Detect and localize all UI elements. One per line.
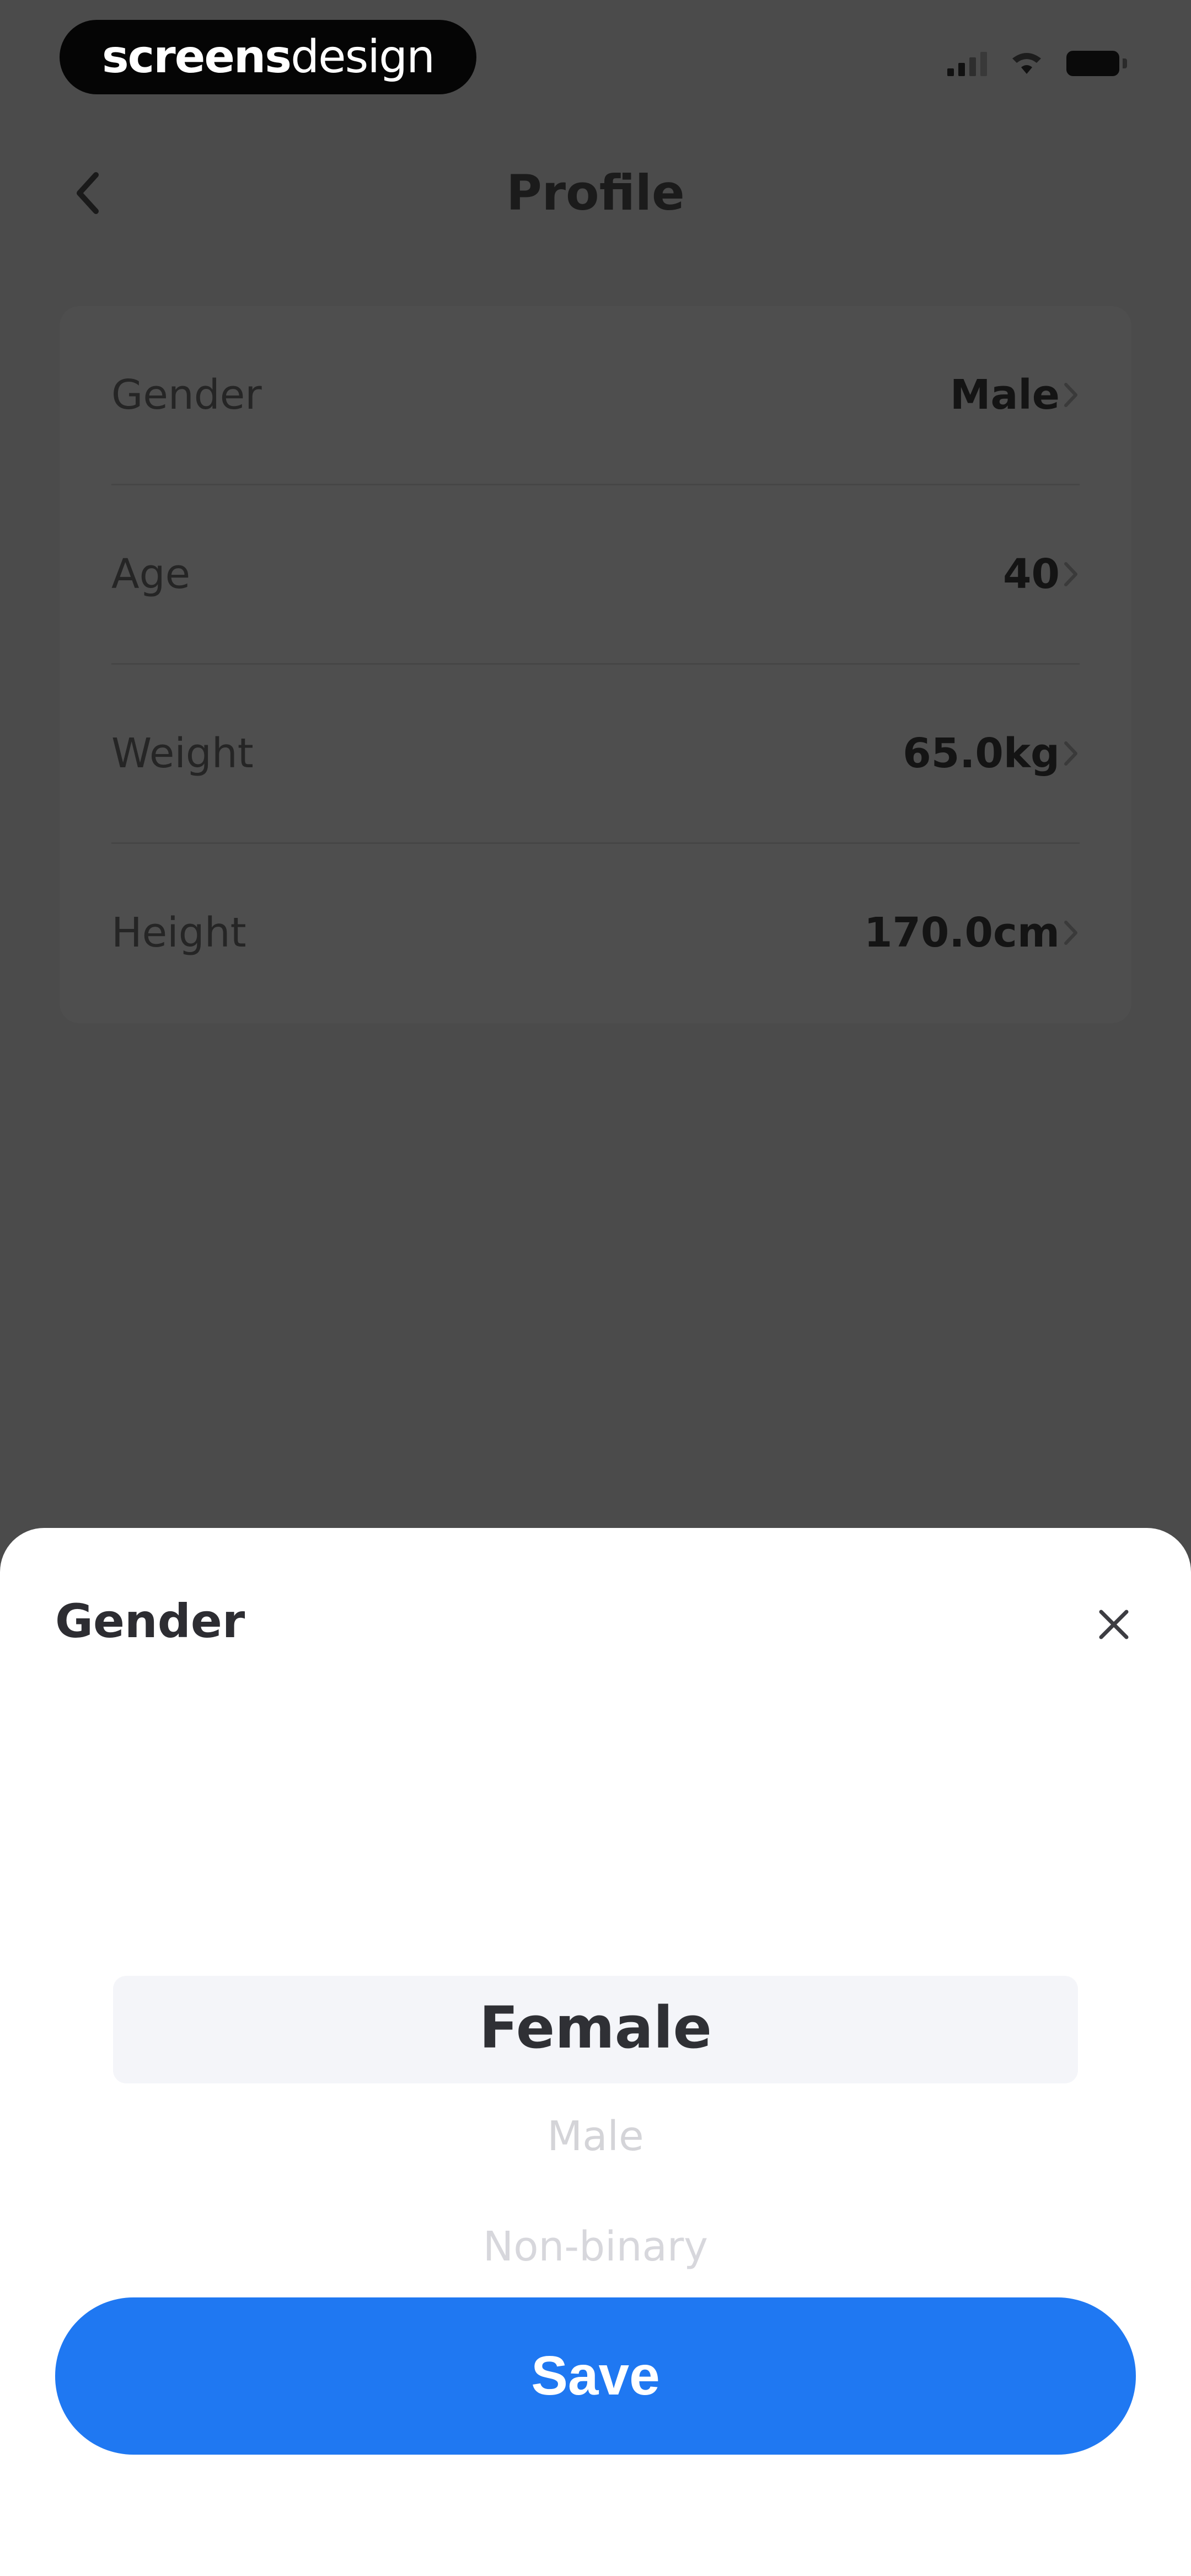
- gender-picker[interactable]: Female Male Non-binary: [0, 1804, 1191, 2270]
- battery-icon: [1066, 51, 1127, 76]
- profile-card: Gender Male Age 40 Weight 65.0kg Height …: [60, 306, 1131, 1023]
- header: Profile: [0, 143, 1191, 243]
- picker-option-selected[interactable]: Female: [0, 1994, 1191, 2061]
- status-icons: [947, 50, 1127, 76]
- brand-logo-part1: screens: [101, 31, 292, 83]
- sheet-title: Gender: [55, 1594, 245, 1648]
- row-label: Weight: [111, 730, 254, 777]
- chevron-right-icon: [1060, 378, 1082, 411]
- picker-option[interactable]: Male: [0, 2113, 1191, 2160]
- chevron-right-icon: [1060, 737, 1082, 770]
- brand-logo: screens design: [60, 20, 476, 94]
- profile-row-weight[interactable]: Weight 65.0kg: [60, 665, 1131, 842]
- chevron-right-icon: [1060, 558, 1082, 591]
- save-button[interactable]: Save: [55, 2297, 1136, 2455]
- status-bar: screens design: [0, 0, 1191, 116]
- chevron-right-icon: [1060, 916, 1082, 949]
- screen: screens design Profile Gender Male Age 4…: [0, 0, 1191, 2576]
- profile-row-age[interactable]: Age 40: [60, 485, 1131, 663]
- row-label: Gender: [111, 371, 262, 419]
- close-button[interactable]: [1086, 1597, 1141, 1652]
- wifi-icon: [1012, 53, 1041, 74]
- page-title: Profile: [506, 164, 685, 221]
- picker-option[interactable]: Non-binary: [0, 2223, 1191, 2270]
- row-label: Height: [111, 909, 246, 956]
- gender-bottom-sheet: Gender Female Male Non-binary Save: [0, 1528, 1191, 2576]
- row-value: 170.0cm: [863, 909, 1060, 956]
- profile-row-gender[interactable]: Gender Male: [60, 306, 1131, 484]
- row-value: 40: [1003, 551, 1060, 598]
- cellular-signal-icon: [947, 50, 987, 76]
- row-label: Age: [111, 551, 191, 598]
- close-icon: [1099, 1610, 1129, 1639]
- row-value: 65.0kg: [903, 730, 1060, 777]
- profile-row-height[interactable]: Height 170.0cm: [60, 844, 1131, 1022]
- row-value: Male: [949, 371, 1060, 419]
- brand-logo-part2: design: [291, 31, 435, 83]
